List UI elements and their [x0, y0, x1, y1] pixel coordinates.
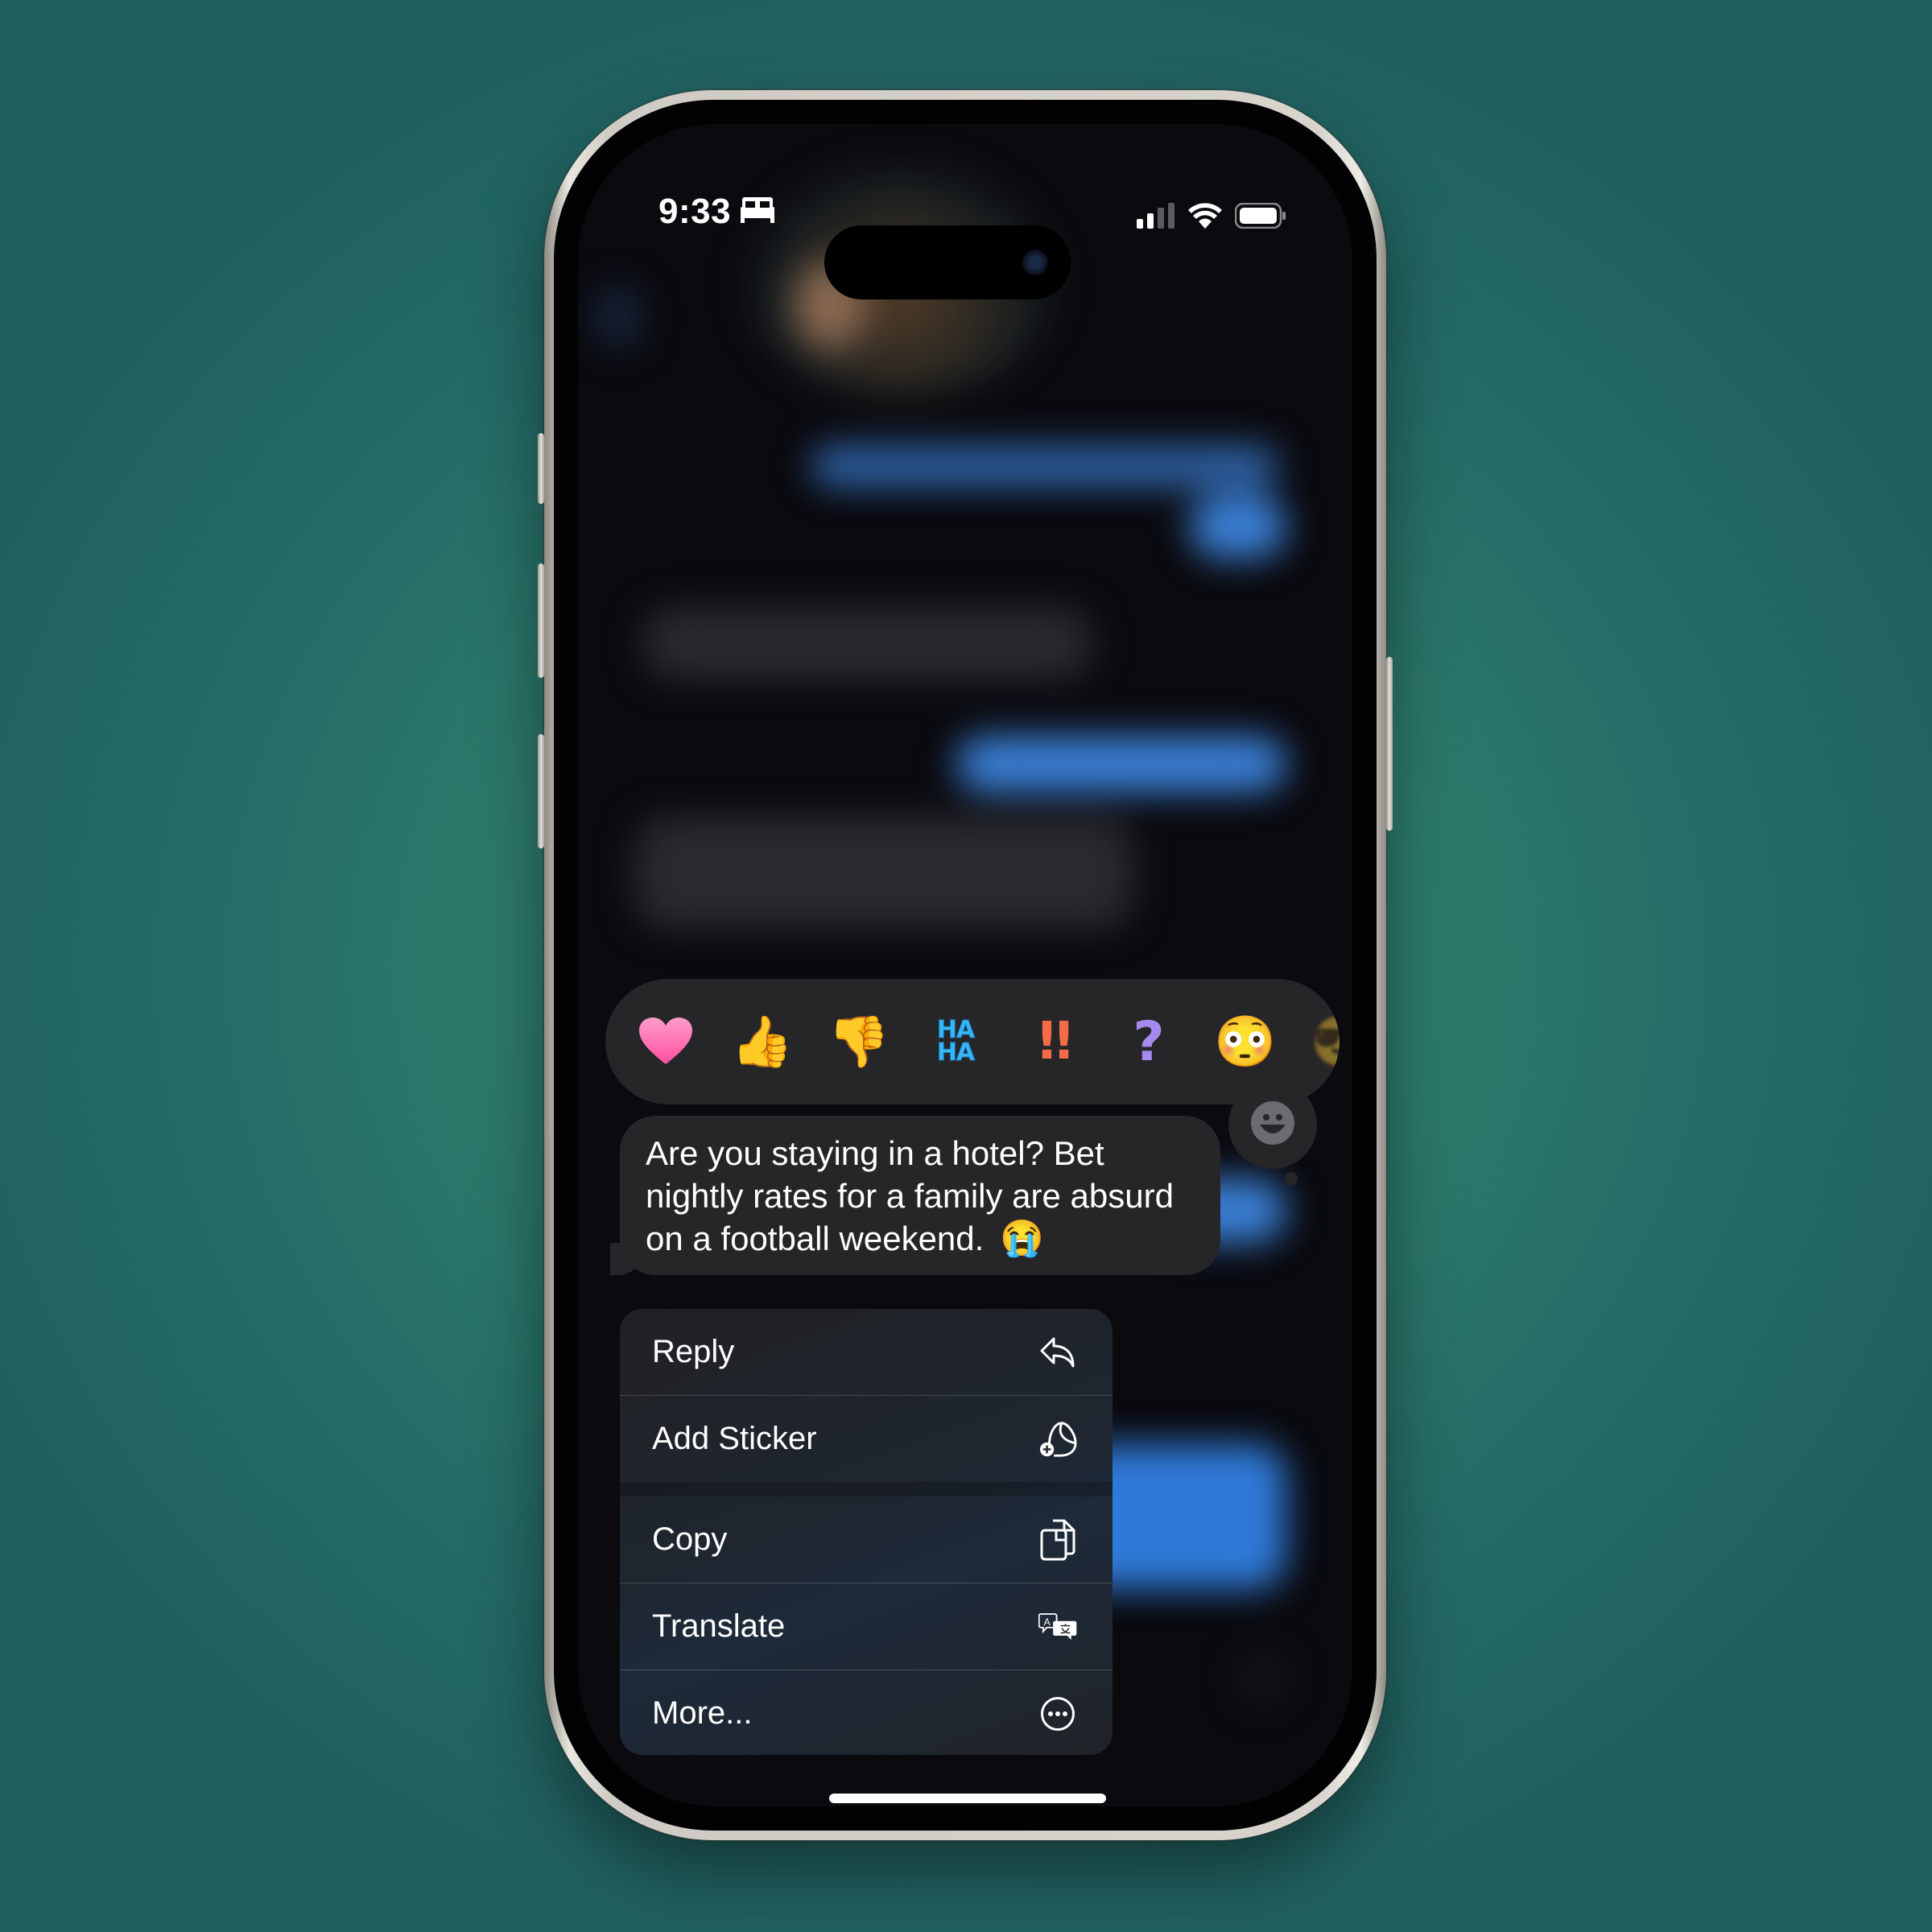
signal-icon — [1137, 203, 1175, 233]
reaction-exclamation[interactable]: !! — [1004, 993, 1100, 1090]
message-bubble[interactable]: Are you staying in a hotel? Bet nightly … — [620, 1116, 1220, 1275]
menu-item-label: Copy — [652, 1521, 728, 1557]
flushed-face-icon: 😳 — [1214, 1013, 1277, 1070]
blurred-sent-message — [956, 736, 1286, 792]
menu-item-reply[interactable]: Reply — [620, 1309, 1113, 1395]
emoji-picker-button[interactable] — [1238, 1090, 1307, 1159]
smiley-face-icon — [1250, 1100, 1295, 1150]
menu-section-gap — [620, 1482, 1113, 1496]
message-text: Are you staying in a hotel? Bet nightly … — [646, 1134, 1174, 1257]
status-time: 9:33 — [658, 192, 775, 232]
thumbs-up-icon: 👍 — [731, 1013, 794, 1070]
status-bar: 9:33 — [578, 192, 1352, 299]
thumbs-down-icon: 👎 — [828, 1013, 890, 1070]
blurred-received-message — [642, 607, 1093, 679]
battery-icon — [1234, 202, 1286, 233]
menu-item-copy[interactable]: Copy — [620, 1496, 1113, 1583]
menu-item-label: More... — [652, 1695, 753, 1731]
dynamic-island — [824, 225, 1071, 299]
screen: 9:33 👍 👎 HA HA !! ? 😳 Are you staying in… — [578, 124, 1352, 1806]
front-camera — [1022, 250, 1048, 275]
menu-item-translate[interactable]: Translate A — [620, 1583, 1113, 1670]
haha-icon: HA HA — [936, 1016, 975, 1067]
blurred-input-button — [1238, 1653, 1286, 1702]
exclamation-icon: !! — [1034, 1012, 1075, 1071]
power-button — [1386, 657, 1393, 831]
phone-frame: 9:33 👍 👎 HA HA !! ? 😳 Are you staying in… — [538, 90, 1393, 1840]
menu-item-add-sticker[interactable]: Add Sticker — [620, 1396, 1113, 1482]
ellipsis-circle-icon — [1038, 1695, 1077, 1733]
translate-icon: A — [1038, 1608, 1077, 1646]
blurred-received-message — [634, 816, 1133, 929]
partial-emoji-icon: 😎 — [1311, 1013, 1340, 1071]
status-indicators — [1137, 202, 1286, 233]
reaction-question[interactable]: ? — [1100, 993, 1197, 1090]
reaction-thumbs-down[interactable]: 👎 — [811, 993, 907, 1090]
bezel: 9:33 👍 👎 HA HA !! ? 😳 Are you staying in… — [554, 100, 1377, 1831]
wifi-icon — [1188, 203, 1222, 233]
menu-item-label: Add Sticker — [652, 1421, 817, 1456]
loudly-crying-face-icon: 😭 — [999, 1219, 1044, 1258]
menu-item-label: Translate — [652, 1608, 786, 1644]
action-button — [538, 433, 544, 504]
menu-item-more[interactable]: More... — [620, 1670, 1113, 1755]
reaction-more-partial[interactable]: 😎 — [1294, 993, 1340, 1090]
reply-arrow-icon — [1038, 1333, 1077, 1372]
question-mark-icon: ? — [1133, 1009, 1165, 1074]
blurred-sent-message — [1190, 494, 1286, 559]
bed-icon — [741, 192, 775, 232]
add-sticker-icon — [1038, 1420, 1077, 1459]
reaction-flushed-face[interactable]: 😳 — [1197, 993, 1294, 1090]
reaction-bar: 👍 👎 HAHA !! ? 😳 😎 — [605, 979, 1340, 1104]
reaction-thumbs-up[interactable]: 👍 — [714, 993, 811, 1090]
volume-down-button — [538, 734, 544, 848]
menu-item-label: Reply — [652, 1334, 735, 1369]
volume-up-button — [538, 564, 544, 678]
blurred-back-button — [594, 285, 642, 349]
copy-documents-icon — [1038, 1519, 1077, 1560]
blurred-sent-message — [811, 446, 1278, 486]
emoji-picker-tail-dot — [1285, 1172, 1298, 1185]
context-menu: Reply Add Sticker Copy Translate A More.… — [620, 1309, 1113, 1755]
svg-text:A: A — [1044, 1616, 1051, 1627]
time-label: 9:33 — [658, 192, 732, 231]
home-indicator[interactable] — [829, 1794, 1106, 1803]
reaction-haha[interactable]: HA HA — [907, 993, 1004, 1090]
reaction-heart[interactable] — [617, 993, 714, 1090]
